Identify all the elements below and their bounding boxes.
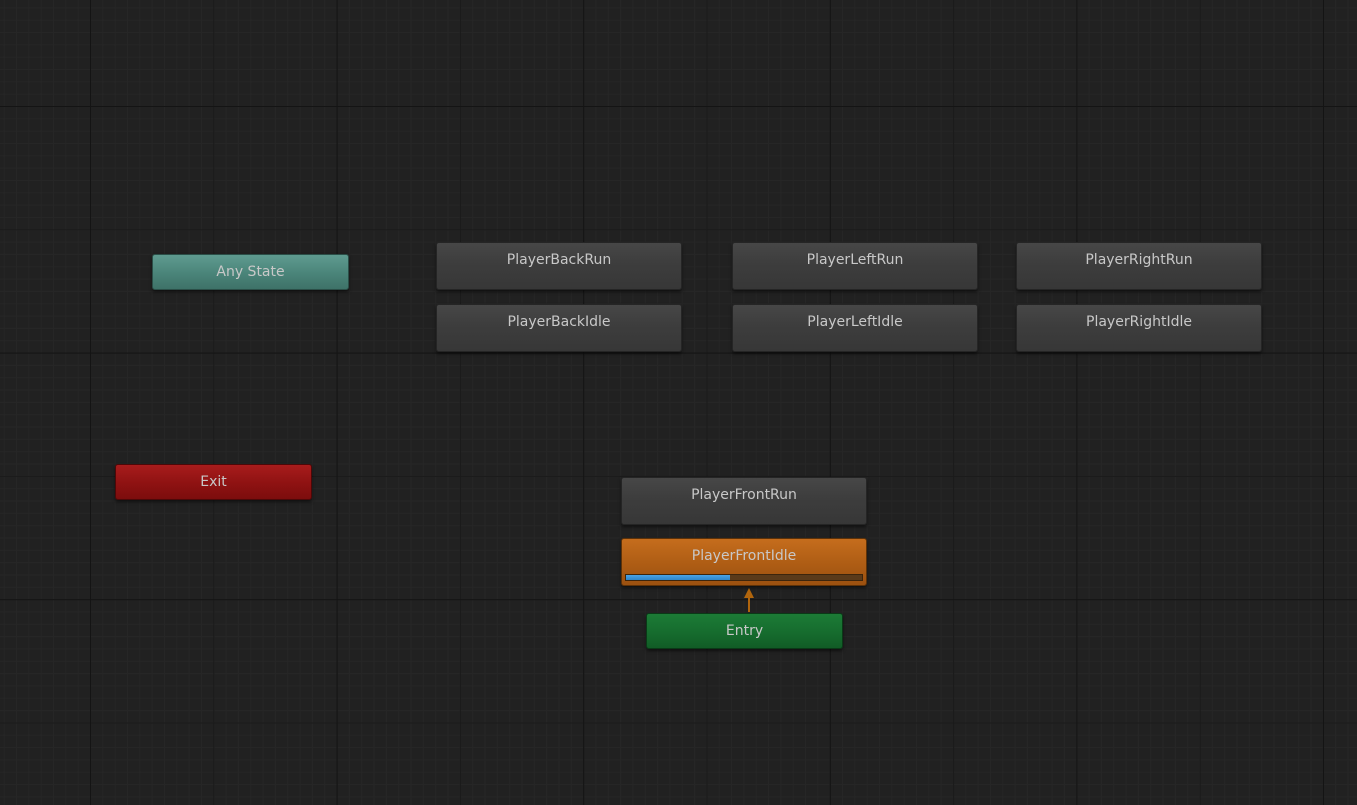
state-label: PlayerRightIdle	[1086, 314, 1192, 330]
state-node-player-right-run[interactable]: PlayerRightRun	[1016, 242, 1262, 290]
entry-node[interactable]: Entry	[646, 613, 843, 649]
state-node-player-back-run[interactable]: PlayerBackRun	[436, 242, 682, 290]
any-state-node[interactable]: Any State	[152, 254, 349, 290]
state-label: PlayerLeftIdle	[807, 314, 903, 330]
state-node-player-back-idle[interactable]: PlayerBackIdle	[436, 304, 682, 352]
state-label: PlayerBackIdle	[507, 314, 611, 330]
state-node-player-front-idle[interactable]: PlayerFrontIdle	[621, 538, 867, 586]
arrow-up-icon	[744, 588, 754, 598]
state-node-player-right-idle[interactable]: PlayerRightIdle	[1016, 304, 1262, 352]
exit-node[interactable]: Exit	[115, 464, 312, 500]
playback-progress-bar	[625, 574, 863, 581]
state-node-player-left-idle[interactable]: PlayerLeftIdle	[732, 304, 978, 352]
entry-label: Entry	[725, 623, 764, 639]
state-node-player-front-run[interactable]: PlayerFrontRun	[621, 477, 867, 525]
state-label: PlayerRightRun	[1085, 252, 1193, 268]
state-label: PlayerFrontRun	[691, 487, 797, 503]
animator-graph-canvas[interactable]: Any State Exit PlayerBackRun PlayerBackI…	[0, 0, 1357, 805]
state-label: PlayerFrontIdle	[691, 548, 797, 564]
state-label: PlayerLeftRun	[806, 252, 904, 268]
state-node-player-left-run[interactable]: PlayerLeftRun	[732, 242, 978, 290]
playback-progress-fill	[626, 575, 730, 580]
any-state-label: Any State	[216, 264, 285, 280]
exit-label: Exit	[200, 474, 227, 490]
state-label: PlayerBackRun	[506, 252, 612, 268]
transition-entry-to-player-front-idle[interactable]	[0, 0, 1357, 805]
